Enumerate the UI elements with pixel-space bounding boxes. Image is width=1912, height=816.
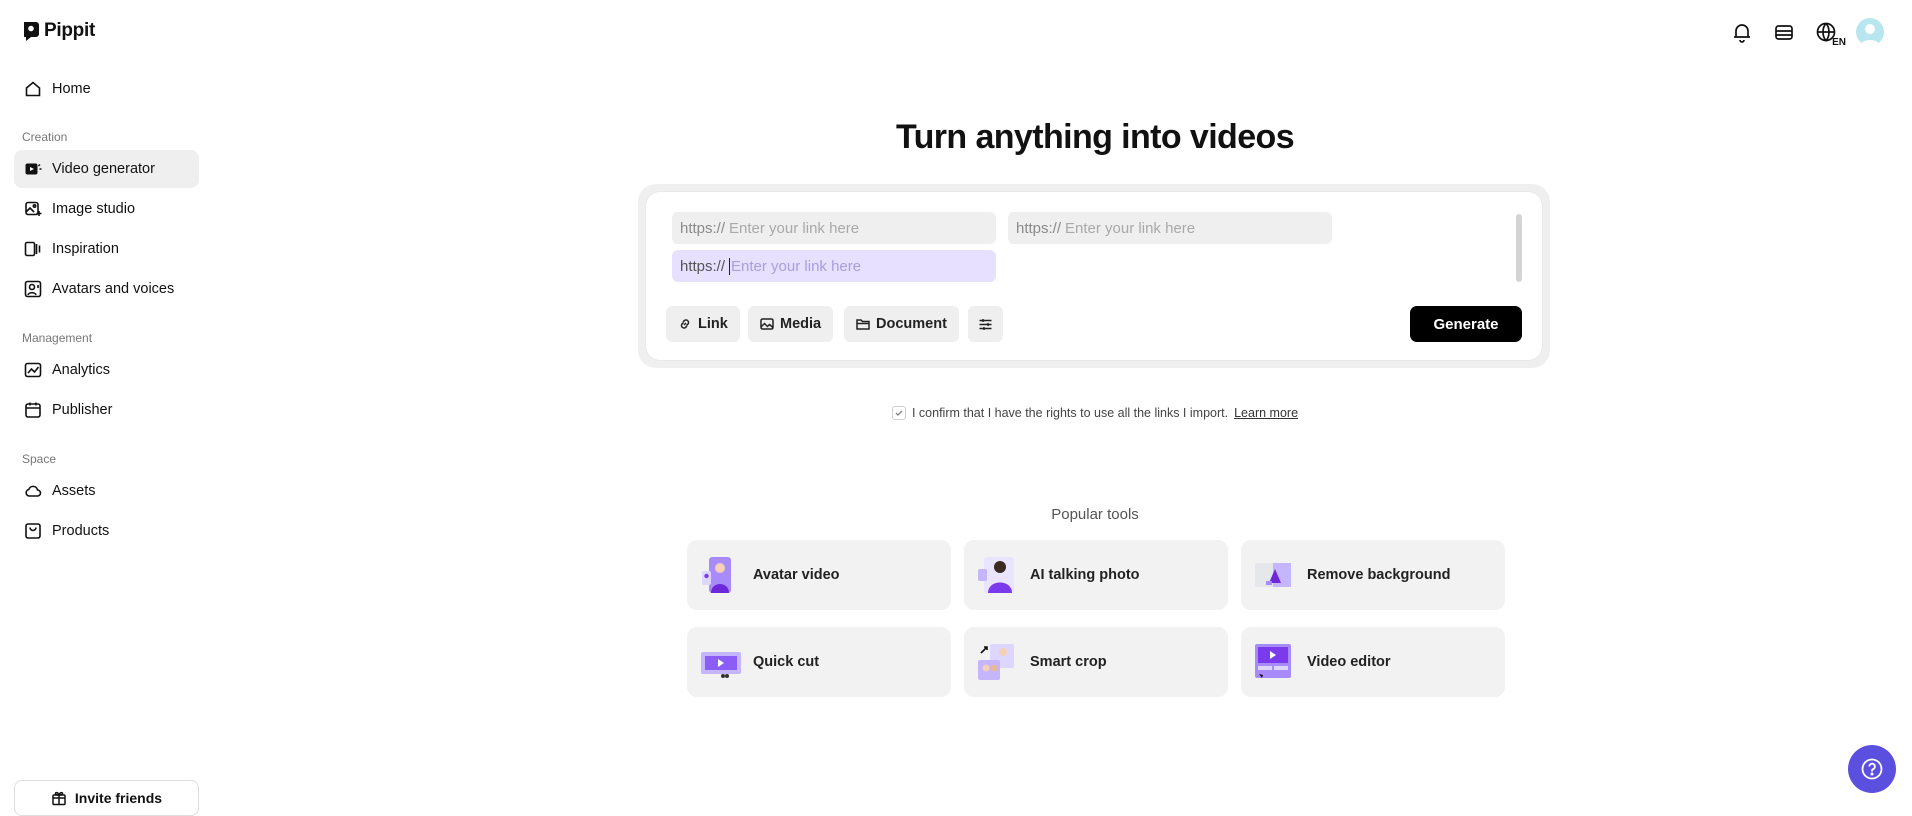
invite-friends-label: Invite friends	[74, 790, 163, 806]
link-input-3[interactable]: https:// Enter your link here	[672, 250, 996, 282]
confirm-text: I confirm that I have the rights to use …	[911, 406, 1229, 420]
sidebar-item-label: Video generator	[52, 161, 155, 177]
sidebar-item-analytics[interactable]: Analytics	[14, 351, 199, 389]
tool-card-label: Quick cut	[753, 654, 820, 670]
link-tool-button[interactable]: Link	[666, 306, 740, 342]
document-tool-label: Document	[876, 316, 947, 332]
input-scrollbar[interactable]	[1516, 214, 1522, 282]
stack-icon	[1775, 25, 1793, 40]
tool-card-quick-cut[interactable]: Quick cut	[687, 627, 951, 697]
smart-crop-thumbnail-icon	[976, 642, 1016, 682]
sidebar-item-label: Assets	[52, 483, 96, 499]
folder-icon	[856, 319, 870, 330]
media-tool-button[interactable]: Media	[748, 306, 834, 342]
media-tool-label: Media	[780, 316, 822, 332]
tool-card-label: Smart crop	[1030, 654, 1107, 670]
language-button[interactable]: EN	[1814, 20, 1846, 48]
sliders-icon	[979, 318, 992, 330]
section-label-space: Space	[22, 452, 57, 466]
link-input-card: https:// Enter your link here https:// E…	[646, 192, 1542, 360]
pippit-logo-icon	[24, 22, 39, 41]
generate-button[interactable]: Generate	[1410, 306, 1522, 342]
product-box-icon	[25, 523, 41, 539]
analytics-icon	[24, 362, 42, 378]
sidebar-item-label: Home	[52, 81, 91, 97]
link-input-2[interactable]: https:// Enter your link here	[1008, 212, 1332, 244]
url-prefix: https://	[680, 257, 726, 275]
url-prefix: https://	[1016, 219, 1062, 237]
sidebar-item-label: Analytics	[52, 362, 111, 378]
notification-button[interactable]	[1730, 20, 1754, 44]
popular-tools-title: Popular tools	[1051, 506, 1139, 523]
check-icon	[895, 410, 903, 416]
document-tool-button[interactable]: Document	[844, 306, 959, 342]
remove-background-thumbnail-icon	[1253, 555, 1293, 595]
learn-more-link[interactable]: Learn more	[1234, 406, 1298, 420]
avatar-video-thumbnail-icon	[699, 555, 739, 595]
help-button[interactable]	[1848, 745, 1896, 793]
tool-card-avatar-video[interactable]: Avatar video	[687, 540, 951, 610]
sidebar-item-label: Inspiration	[52, 241, 119, 257]
sidebar-item-label: Avatars and voices	[52, 281, 175, 297]
video-generator-icon	[25, 163, 42, 175]
user-avatar[interactable]	[1856, 18, 1884, 46]
link-input-1[interactable]: https:// Enter your link here	[672, 212, 996, 244]
language-badge: EN	[1832, 37, 1846, 48]
tool-card-label: Remove background	[1307, 567, 1451, 583]
sidebar-item-inspiration[interactable]: Inspiration	[14, 230, 199, 268]
app-name: Pippit	[44, 20, 95, 41]
invite-friends-button[interactable]: Invite friends	[14, 780, 199, 816]
bell-icon	[1734, 24, 1750, 43]
rights-checkbox[interactable]	[891, 406, 906, 420]
sidebar-item-home[interactable]: Home	[14, 70, 199, 108]
tool-card-label: AI talking photo	[1030, 567, 1140, 583]
pippit-logo[interactable]: Pippit	[22, 20, 95, 42]
tool-card-video-editor[interactable]: Video editor	[1241, 627, 1505, 697]
sidebar-item-image-studio[interactable]: Image studio	[14, 190, 199, 228]
sidebar-item-label: Image studio	[52, 201, 136, 217]
header-actions: EN	[1730, 18, 1884, 48]
cloud-icon	[25, 485, 42, 497]
tool-card-label: Avatar video	[753, 567, 840, 583]
gift-icon	[52, 791, 66, 806]
home-icon	[25, 81, 41, 97]
quick-cut-thumbnail-icon	[699, 642, 741, 682]
link-placeholder: Enter your link here	[729, 219, 860, 237]
help-question-icon	[1861, 758, 1883, 780]
sidebar-item-label: Products	[52, 523, 110, 539]
sidebar-item-assets[interactable]: Assets	[14, 472, 199, 510]
link-placeholder: Enter your link here	[1065, 219, 1196, 237]
tool-card-ai-talking-photo[interactable]: AI talking photo	[964, 540, 1228, 610]
tool-card-smart-crop[interactable]: Smart crop	[964, 627, 1228, 697]
video-editor-thumbnail-icon	[1253, 642, 1293, 682]
billing-button[interactable]	[1772, 20, 1796, 44]
link-tool-label: Link	[698, 316, 728, 332]
avatar-icon	[24, 280, 42, 298]
link-input-panel: https:// Enter your link here https:// E…	[638, 184, 1550, 368]
image-studio-icon	[25, 201, 42, 216]
rights-confirmation: I confirm that I have the rights to use …	[0, 406, 1912, 420]
url-prefix: https://	[680, 219, 726, 237]
section-label-management: Management	[22, 331, 93, 345]
user-avatar-icon	[1860, 24, 1880, 46]
tool-card-remove-background[interactable]: Remove background	[1241, 540, 1505, 610]
link-icon	[680, 319, 690, 329]
sidebar-item-avatars-and-voices[interactable]: Avatars and voices	[14, 270, 199, 308]
page-title: Turn anything into videos	[895, 118, 1295, 156]
settings-tool-button[interactable]	[968, 306, 1003, 342]
inspiration-icon	[24, 241, 41, 257]
link-placeholder: Enter your link here	[729, 257, 862, 275]
talking-photo-thumbnail-icon	[976, 555, 1016, 595]
tool-card-label: Video editor	[1307, 654, 1391, 670]
image-icon	[760, 318, 774, 330]
